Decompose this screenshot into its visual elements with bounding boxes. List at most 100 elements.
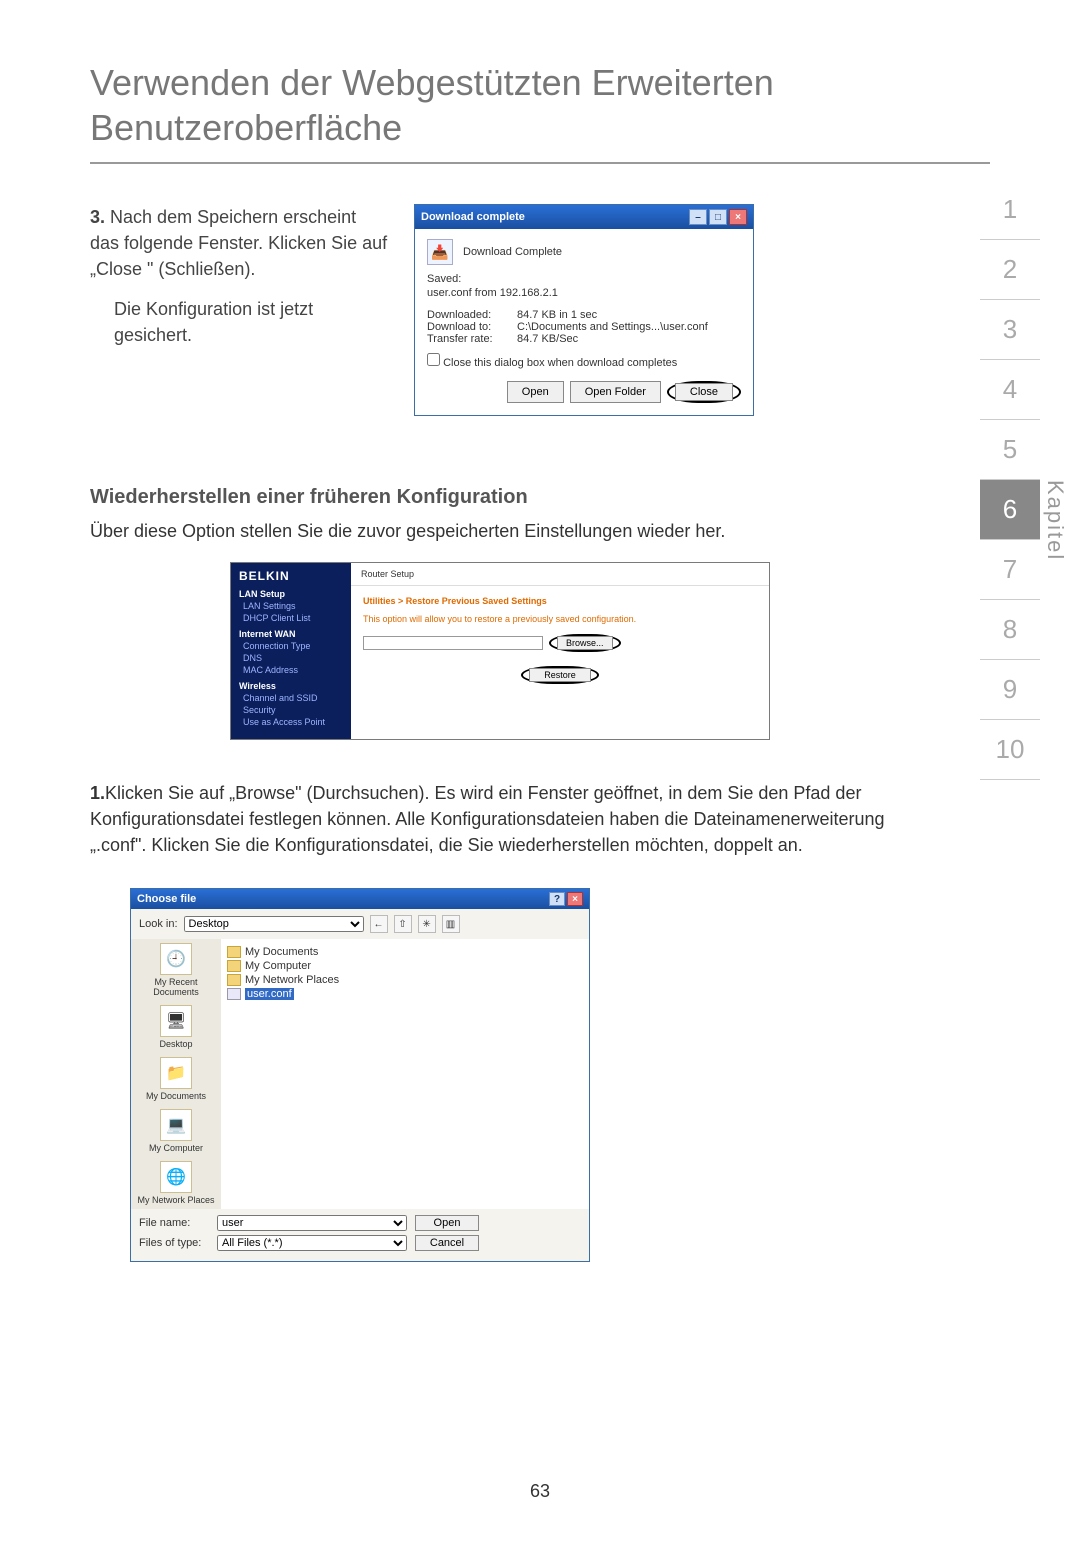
- step3-text: 3. Nach dem Speichern erscheint das folg…: [90, 204, 390, 416]
- lookin-label: Look in:: [139, 918, 178, 930]
- close-icon[interactable]: ×: [729, 209, 747, 225]
- chapter-nav-4[interactable]: 4: [980, 360, 1040, 420]
- belkin-topbar: Router Setup: [351, 563, 769, 586]
- chapter-nav-7[interactable]: 7: [980, 540, 1040, 600]
- dlg-dl-title: Download complete: [421, 211, 525, 223]
- transfer-rate-label: Transfer rate:: [427, 333, 517, 345]
- list-item[interactable]: My Network Places: [227, 973, 583, 987]
- saved-value: user.conf from 192.168.2.1: [427, 287, 741, 299]
- close-when-done-checkbox[interactable]: [427, 353, 440, 366]
- download-complete-dialog: Download complete – □ × 📥 Download Compl…: [414, 204, 754, 416]
- sidebar-use-ap[interactable]: Use as Access Point: [243, 717, 343, 727]
- up-icon[interactable]: ⇧: [394, 915, 412, 933]
- step3-p1: Nach dem Speichern erscheint das folgend…: [90, 207, 387, 279]
- chapter-nav-8[interactable]: 8: [980, 600, 1040, 660]
- sidebar-mac[interactable]: MAC Address: [243, 665, 343, 675]
- folder-icon: [227, 974, 241, 986]
- open-folder-button[interactable]: Open Folder: [570, 381, 661, 403]
- place-desktop[interactable]: 🖥Desktop: [159, 1005, 192, 1049]
- new-folder-icon[interactable]: ✳: [418, 915, 436, 933]
- step1-body: Klicken Sie auf „Browse" (Durchsuchen). …: [90, 783, 885, 855]
- documents-icon: 📁: [160, 1057, 192, 1089]
- filename-input[interactable]: user: [217, 1215, 407, 1231]
- download-icon: 📥: [427, 239, 453, 265]
- page-title: Verwenden der Webgestützten Erweiterten …: [90, 60, 990, 150]
- list-item[interactable]: My Computer: [227, 959, 583, 973]
- close-when-done-label: Close this dialog box when download comp…: [443, 357, 677, 369]
- file-icon: [227, 988, 241, 1000]
- downloaded-label: Downloaded:: [427, 309, 517, 321]
- chapter-nav-1[interactable]: 1: [980, 180, 1040, 240]
- belkin-breadcrumb: Utilities > Restore Previous Saved Setti…: [363, 596, 757, 606]
- views-icon[interactable]: ▥: [442, 915, 460, 933]
- chapter-nav-3[interactable]: 3: [980, 300, 1040, 360]
- browse-button[interactable]: Browse...: [557, 636, 613, 650]
- back-icon[interactable]: ←: [370, 915, 388, 933]
- belkin-file-input[interactable]: [363, 636, 543, 650]
- sidebar-dns[interactable]: DNS: [243, 653, 343, 663]
- sidebar-dhcp[interactable]: DHCP Client List: [243, 613, 343, 623]
- sidebar-internet-wan[interactable]: Internet WAN: [239, 629, 343, 639]
- places-bar: 🕘My Recent Documents 🖥Desktop 📁My Docume…: [131, 939, 221, 1209]
- saved-label: Saved:: [427, 273, 741, 285]
- restore-paragraph: Über diese Option stellen Sie die zuvor …: [90, 519, 910, 544]
- page-number: 63: [0, 1481, 1080, 1502]
- cancel-button[interactable]: Cancel: [415, 1235, 479, 1251]
- chapter-nav-6[interactable]: 6: [980, 480, 1040, 540]
- sidebar-channel[interactable]: Channel and SSID: [243, 693, 343, 703]
- title-rule: [90, 162, 990, 164]
- step1-text: 1.Klicken Sie auf „Browse" (Durchsuchen)…: [90, 780, 910, 858]
- folder-icon: [227, 946, 241, 958]
- chapter-nav-5[interactable]: 5: [980, 420, 1040, 480]
- download-to-label: Download to:: [427, 321, 517, 333]
- open-button[interactable]: Open: [415, 1215, 479, 1231]
- transfer-rate-value: 84.7 KB/Sec: [517, 333, 578, 345]
- belkin-sidebar: BELKIN LAN Setup LAN Settings DHCP Clien…: [231, 563, 351, 739]
- dlg-cf-title: Choose file: [137, 893, 196, 905]
- list-item[interactable]: My Documents: [227, 945, 583, 959]
- download-to-value: C:\Documents and Settings...\user.conf: [517, 321, 708, 333]
- folder-icon: [227, 960, 241, 972]
- sidebar-lan-settings[interactable]: LAN Settings: [243, 601, 343, 611]
- dlg-cf-titlebar: Choose file ? ×: [131, 889, 589, 909]
- step1-number: 1.: [90, 783, 105, 803]
- belkin-desc: This option will allow you to restore a …: [363, 614, 757, 624]
- chapter-nav-2[interactable]: 2: [980, 240, 1040, 300]
- sidebar-security[interactable]: Security: [243, 705, 343, 715]
- filename-label: File name:: [139, 1217, 209, 1229]
- downloaded-value: 84.7 KB in 1 sec: [517, 309, 597, 321]
- maximize-icon[interactable]: □: [709, 209, 727, 225]
- dlg-dl-heading: Download Complete: [463, 246, 562, 258]
- chapter-label: Kapitel: [1042, 480, 1068, 561]
- desktop-icon: 🖥: [160, 1005, 192, 1037]
- computer-icon: 💻: [160, 1109, 192, 1141]
- dlg-dl-titlebar: Download complete – □ ×: [415, 205, 753, 229]
- restore-heading: Wiederherstellen einer früheren Konfigur…: [90, 486, 910, 509]
- sidebar-lan-setup[interactable]: LAN Setup: [239, 589, 343, 599]
- help-icon[interactable]: ?: [549, 892, 565, 906]
- minimize-icon[interactable]: –: [689, 209, 707, 225]
- sidebar-wireless[interactable]: Wireless: [239, 681, 343, 691]
- place-mynet[interactable]: 🌐My Network Places: [137, 1161, 214, 1205]
- sidebar-conn-type[interactable]: Connection Type: [243, 641, 343, 651]
- close-button[interactable]: Close: [675, 383, 733, 401]
- belkin-router-screenshot: BELKIN LAN Setup LAN Settings DHCP Clien…: [230, 562, 770, 740]
- choose-file-dialog: Choose file ? × Look in: Desktop ← ⇧ ✳ ▥…: [130, 888, 590, 1262]
- lookin-select[interactable]: Desktop: [184, 916, 364, 932]
- chapter-nav-9[interactable]: 9: [980, 660, 1040, 720]
- restore-button[interactable]: Restore: [529, 668, 591, 682]
- list-item-selected[interactable]: user.conf: [227, 987, 583, 1001]
- chapter-nav-10[interactable]: 10: [980, 720, 1040, 780]
- place-mycomp[interactable]: 💻My Computer: [149, 1109, 203, 1153]
- recent-icon: 🕘: [160, 943, 192, 975]
- step3-p2: Die Konfiguration ist jetzt gesichert.: [114, 296, 390, 348]
- place-recent[interactable]: 🕘My Recent Documents: [135, 943, 217, 997]
- close-icon[interactable]: ×: [567, 892, 583, 906]
- place-mydocs[interactable]: 📁My Documents: [146, 1057, 206, 1101]
- filetype-label: Files of type:: [139, 1237, 209, 1249]
- chapter-nav: 1 2 3 4 5 6 7 8 9 10 Kapitel: [980, 180, 1040, 780]
- file-list[interactable]: My Documents My Computer My Network Plac…: [221, 939, 589, 1209]
- filetype-select[interactable]: All Files (*.*): [217, 1235, 407, 1251]
- open-button[interactable]: Open: [507, 381, 564, 403]
- step3-number: 3.: [90, 207, 105, 227]
